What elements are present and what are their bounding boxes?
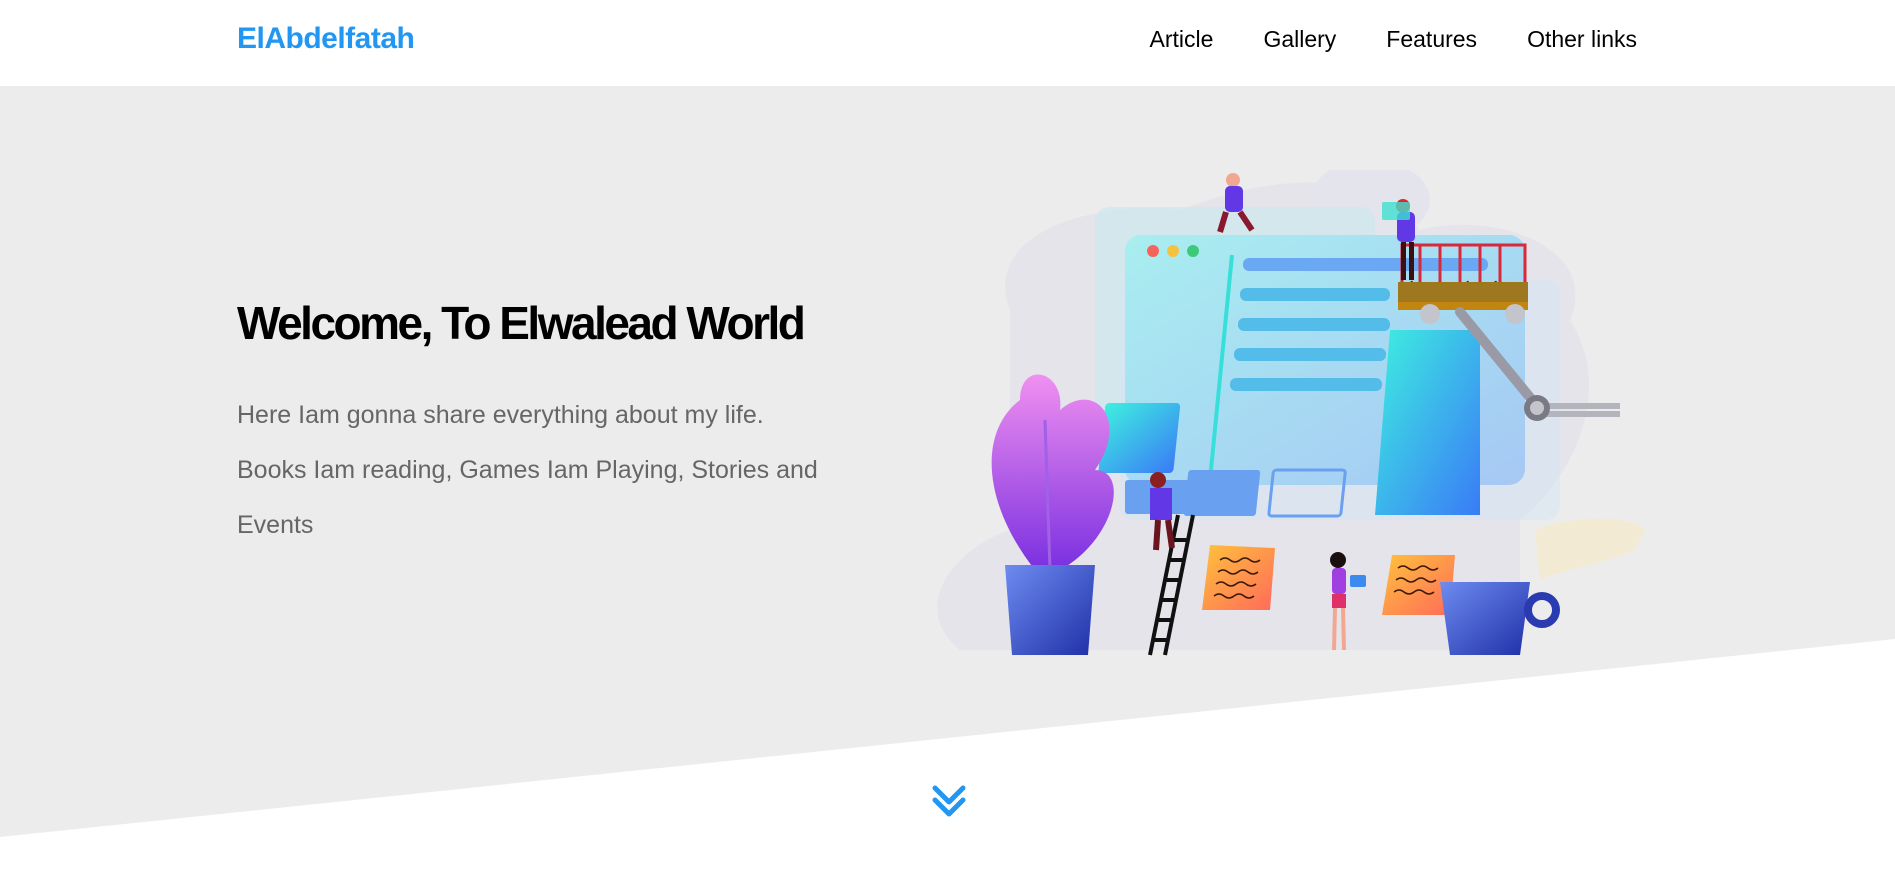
site-header: ElAbdelfatah Article Gallery Features Ot… (0, 0, 1895, 86)
double-chevron-down-icon[interactable] (928, 780, 970, 822)
nav-link-article[interactable]: Article (1150, 26, 1214, 53)
nav-link-gallery[interactable]: Gallery (1263, 26, 1336, 53)
hero-title: Welcome, To Elwalead World (237, 297, 806, 349)
hero-text-line-1: Here Iam gonna share everything about my… (237, 401, 764, 429)
nav-link-other-links[interactable]: Other links (1527, 26, 1637, 53)
hero-text-line-2: Books Iam reading, Games Iam Playing, St… (237, 456, 818, 539)
hero-description: Here Iam gonna share everything about my… (237, 388, 857, 553)
site-logo[interactable]: ElAbdelfatah (237, 22, 415, 56)
hero-illustration (937, 170, 1645, 656)
main-nav: Article Gallery Features Other links (1150, 26, 1637, 53)
nav-link-features[interactable]: Features (1386, 26, 1477, 53)
